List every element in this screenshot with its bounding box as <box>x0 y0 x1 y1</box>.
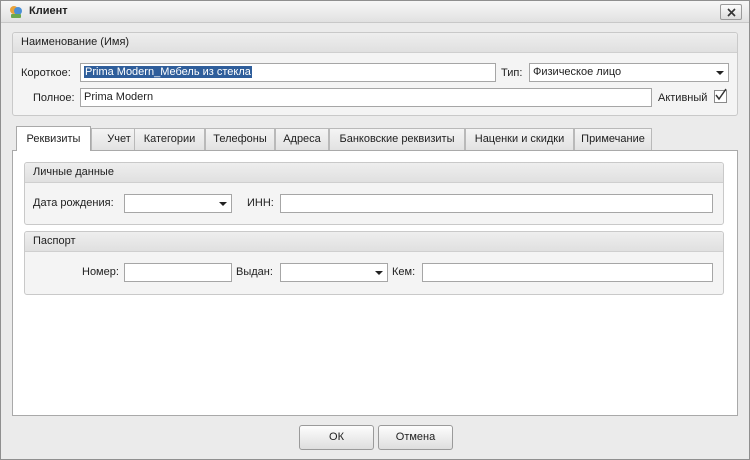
full-name-value: Prima Modern <box>84 91 154 103</box>
full-name-input[interactable]: Prima Modern <box>80 88 652 107</box>
close-button[interactable] <box>720 4 742 20</box>
short-name-value: Prima Modern_Мебель из стекла <box>84 66 252 78</box>
issued-date-label: Выдан: <box>236 266 273 278</box>
tab-categories[interactable]: Категории <box>134 128 205 150</box>
type-label: Тип: <box>501 67 523 79</box>
type-select[interactable]: Физическое лицо <box>529 63 729 82</box>
cancel-button[interactable]: Отмена <box>378 425 453 450</box>
close-icon <box>726 7 736 17</box>
client-dialog: Клиент Наименование (Имя) Короткое: Prim… <box>0 0 750 460</box>
tab-requisites[interactable]: Реквизиты <box>16 126 91 151</box>
passport-header: Паспорт <box>25 232 723 252</box>
type-select-value: Физическое лицо <box>533 66 622 78</box>
inn-label: ИНН: <box>247 197 274 209</box>
active-label: Активный <box>658 92 708 104</box>
ok-button[interactable]: ОК <box>299 425 374 450</box>
tab-addresses[interactable]: Адреса <box>275 128 329 150</box>
short-name-label: Короткое: <box>21 67 71 79</box>
title-bar[interactable]: Клиент <box>1 1 749 23</box>
tab-markups-discounts[interactable]: Наценки и скидки <box>465 128 574 150</box>
active-checkbox[interactable] <box>714 88 727 103</box>
tab-bank-details[interactable]: Банковские реквизиты <box>329 128 465 150</box>
personal-data-header: Личные данные <box>25 163 723 183</box>
app-icon <box>10 6 22 18</box>
birth-date-label: Дата рождения: <box>33 197 114 209</box>
tab-notes[interactable]: Примечание <box>574 128 652 150</box>
birth-date-picker[interactable] <box>124 194 232 213</box>
passport-number-label: Номер: <box>82 266 119 278</box>
full-name-label: Полное: <box>33 92 75 104</box>
passport-number-input[interactable] <box>124 263 232 282</box>
chevron-down-icon <box>716 71 724 75</box>
inn-input[interactable] <box>280 194 713 213</box>
tab-phones[interactable]: Телефоны <box>205 128 275 150</box>
short-name-input[interactable]: Prima Modern_Мебель из стекла <box>80 63 496 82</box>
checkmark-icon <box>715 88 727 101</box>
chevron-down-icon <box>219 202 227 206</box>
issued-date-picker[interactable] <box>280 263 388 282</box>
name-group-header: Наименование (Имя) <box>13 33 737 53</box>
issued-by-label: Кем: <box>392 266 416 278</box>
window-title: Клиент <box>29 5 68 17</box>
chevron-down-icon <box>375 271 383 275</box>
issued-by-input[interactable] <box>422 263 713 282</box>
